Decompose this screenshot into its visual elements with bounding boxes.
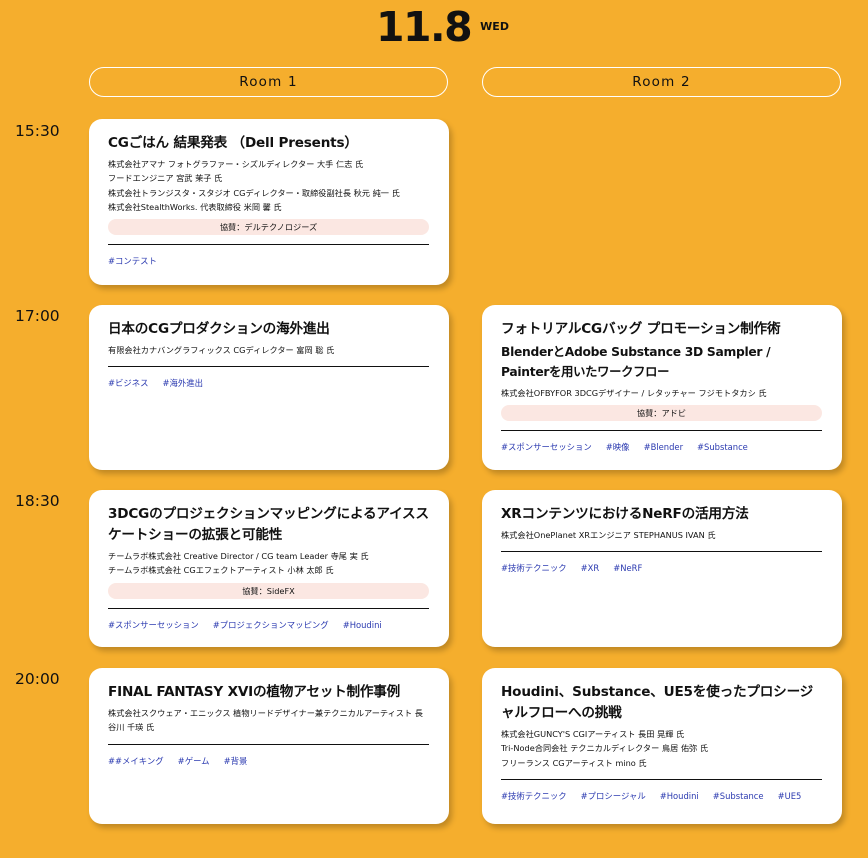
divider: [108, 743, 429, 745]
session-subtitle: BlenderとAdobe Substance 3D Sampler / Pai…: [501, 345, 771, 379]
tag-link[interactable]: ##メイキング: [108, 756, 164, 766]
time-label: 18:30: [15, 492, 60, 510]
speaker-line: 株式会社StealthWorks. 代表取締役 米岡 馨 氏: [108, 201, 282, 212]
tag-link[interactable]: #技術テクニック: [501, 791, 567, 801]
sponsor-badge: 協賛：デルテクノロジーズ: [108, 219, 429, 236]
session-title: 日本のCGプロダクションの海外進出: [108, 321, 330, 337]
tag-link[interactable]: #海外進出: [163, 378, 204, 388]
tag-link[interactable]: #プロシージャル: [581, 791, 646, 801]
tag-link[interactable]: #ゲーム: [178, 756, 210, 766]
tag-link[interactable]: #スポンサーセッション: [108, 620, 199, 630]
time-label: 15:30: [15, 122, 60, 140]
session-tags: #技術テクニック #XR #NeRF: [501, 562, 822, 574]
speaker-line: Tri-Node合同会社 テクニカルディレクター 鳥居 佑弥 氏: [501, 743, 709, 754]
speaker-line: 株式会社スクウェア・エニックス 植物リードデザイナー兼テクニカルアーティスト 長…: [108, 708, 423, 733]
tag-link[interactable]: #プロジェクションマッピング: [213, 620, 329, 630]
session-speakers: 株式会社スクウェア・エニックス 植物リードデザイナー兼テクニカルアーティスト 長…: [108, 706, 429, 735]
speaker-line: 株式会社OFBYFOR 3DCGデザイナー / レタッチャー フジモトタカシ 氏: [501, 388, 767, 398]
tag-link[interactable]: #技術テクニック: [501, 563, 567, 573]
tag-link[interactable]: #XR: [581, 563, 600, 573]
session-speakers: 株式会社アマナ フォトグラファー・シズルディレクター 大手 仁志 氏フードエンジ…: [108, 157, 429, 214]
speaker-line: チームラボ株式会社 CGエフェクトアーティスト 小林 太郎 氏: [108, 565, 334, 576]
session-speakers: 株式会社GUNCY'S CGIアーティスト 長田 晃輝 氏 Tri-Node合同会…: [501, 727, 822, 770]
speaker-line: チームラボ株式会社 Creative Director / CG team Le…: [108, 551, 369, 561]
tag-link[interactable]: #UE5: [778, 791, 802, 801]
speaker-line: フードエンジニア 宮武 茉子 氏: [108, 173, 223, 184]
session-card[interactable]: フォトリアルCGバッグ プロモーション制作術 BlenderとAdobe Sub…: [482, 305, 842, 470]
tag-link[interactable]: #ビジネス: [108, 378, 149, 388]
session-title: XRコンテンツにおけるNeRFの活用方法: [501, 506, 749, 522]
speaker-line: 有限会社カナバングラフィックス CGディレクター 富岡 聡 氏: [108, 345, 335, 355]
speaker-line: 株式会社GUNCY'S CGIアーティスト 長田 晃輝 氏: [501, 729, 685, 739]
tag-link[interactable]: #Houdini: [660, 791, 699, 801]
date-weekday: WED: [480, 20, 509, 33]
session-title: 3DCGのプロジェクションマッピングによるアイススケートショーの拡張と可能性: [108, 506, 429, 543]
speaker-line: 株式会社OnePlanet XRエンジニア STEPHANUS IVAN 氏: [501, 530, 716, 540]
time-label: 17:00: [15, 307, 60, 325]
session-card[interactable]: XRコンテンツにおけるNeRFの活用方法 株式会社OnePlanet XRエンジ…: [482, 490, 842, 647]
session-speakers: 株式会社OnePlanet XRエンジニア STEPHANUS IVAN 氏: [501, 528, 822, 542]
room-1-header: Room 1: [89, 67, 448, 97]
divider: [108, 366, 429, 368]
tag-link[interactable]: #コンテスト: [108, 256, 157, 266]
divider: [501, 778, 822, 780]
divider: [501, 430, 822, 432]
speaker-line: フリーランス CGアーティスト mino 氏: [501, 757, 647, 768]
tag-link[interactable]: #背景: [224, 756, 248, 766]
divider: [108, 607, 429, 609]
session-card[interactable]: CGごはん 結果発表 （Dell Presents） 株式会社アマナ フォトグラ…: [89, 119, 449, 285]
session-tags: #ビジネス #海外進出: [108, 377, 429, 389]
session-title: Houdini、Substance、UE5を使ったプロシージャルフローへの挑戦: [501, 684, 814, 721]
date-day: 11.8: [376, 3, 473, 51]
tag-link[interactable]: #映像: [606, 442, 630, 452]
divider: [501, 551, 822, 553]
session-card[interactable]: FINAL FANTASY XVIの植物アセット制作事例 株式会社スクウェア・エ…: [89, 668, 449, 824]
session-tags: #技術テクニック #プロシージャル #Houdini #Substance #UE5: [501, 790, 822, 802]
tag-link[interactable]: #スポンサーセッション: [501, 442, 592, 452]
divider: [108, 244, 429, 246]
session-title: FINAL FANTASY XVIの植物アセット制作事例: [108, 684, 401, 700]
tag-link[interactable]: #Houdini: [343, 620, 382, 630]
sponsor-badge: 協賛：アドビ: [501, 405, 822, 422]
session-tags: ##メイキング #ゲーム #背景: [108, 755, 429, 767]
session-tags: #スポンサーセッション #プロジェクションマッピング #Houdini: [108, 619, 429, 631]
schedule-date: 11.8 WED: [376, 2, 509, 52]
session-speakers: 有限会社カナバングラフィックス CGディレクター 富岡 聡 氏: [108, 343, 429, 357]
sponsor-badge: 協賛：SideFX: [108, 582, 429, 599]
session-card[interactable]: 3DCGのプロジェクションマッピングによるアイススケートショーの拡張と可能性 チ…: [89, 490, 449, 647]
session-card[interactable]: Houdini、Substance、UE5を使ったプロシージャルフローへの挑戦 …: [482, 668, 842, 824]
room-2-header: Room 2: [482, 67, 841, 97]
speaker-line: 株式会社トランジスタ・スタジオ CGディレクター・取締役副社長 秋元 純一 氏: [108, 187, 400, 198]
session-title: CGごはん 結果発表 （Dell Presents）: [108, 135, 358, 151]
session-tags: #スポンサーセッション #映像 #Blender #Substance: [501, 441, 822, 453]
session-tags: #コンテスト: [108, 255, 429, 267]
session-title: フォトリアルCGバッグ プロモーション制作術: [501, 321, 781, 337]
tag-link[interactable]: #NeRF: [613, 563, 642, 573]
time-label: 20:00: [15, 670, 60, 688]
session-card[interactable]: 日本のCGプロダクションの海外進出 有限会社カナバングラフィックス CGディレク…: [89, 305, 449, 470]
speaker-line: 株式会社アマナ フォトグラファー・シズルディレクター 大手 仁志 氏: [108, 159, 364, 169]
tag-link[interactable]: #Substance: [713, 791, 764, 801]
session-speakers: チームラボ株式会社 Creative Director / CG team Le…: [108, 549, 429, 578]
tag-link[interactable]: #Blender: [644, 442, 683, 452]
tag-link[interactable]: #Substance: [697, 442, 748, 452]
session-speakers: 株式会社OFBYFOR 3DCGデザイナー / レタッチャー フジモトタカシ 氏: [501, 386, 822, 400]
